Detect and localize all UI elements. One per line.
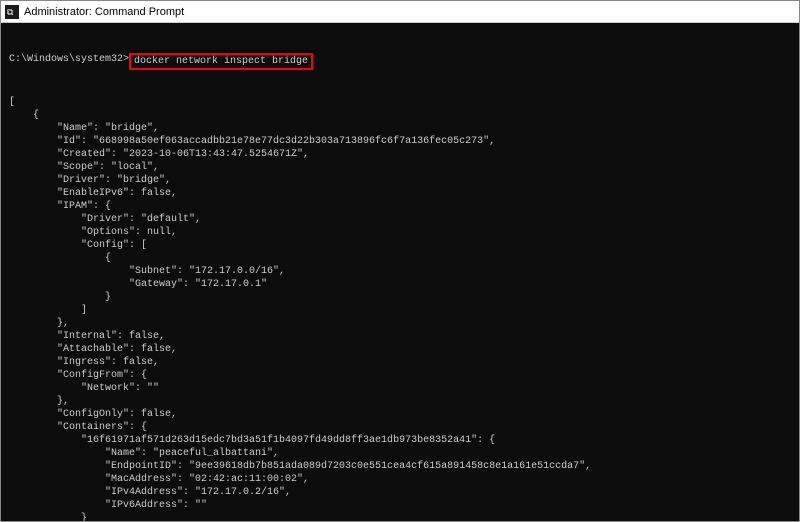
command-highlight: docker network inspect bridge [129,53,313,70]
cmd-icon: ⧉ [5,5,19,19]
prompt: C:\Windows\system32> [9,53,129,66]
title-bar: ⧉ Administrator: Command Prompt [1,1,799,23]
command-text: docker network inspect bridge [134,56,308,67]
command-line: C:\Windows\system32> docker network inspe… [9,53,791,70]
terminal-area[interactable]: C:\Windows\system32> docker network inspe… [1,23,799,521]
terminal-output: [ { "Name": "bridge", "Id": "668998a50ef… [9,96,791,521]
svg-text:⧉: ⧉ [7,7,14,17]
window-title: Administrator: Command Prompt [24,6,184,18]
